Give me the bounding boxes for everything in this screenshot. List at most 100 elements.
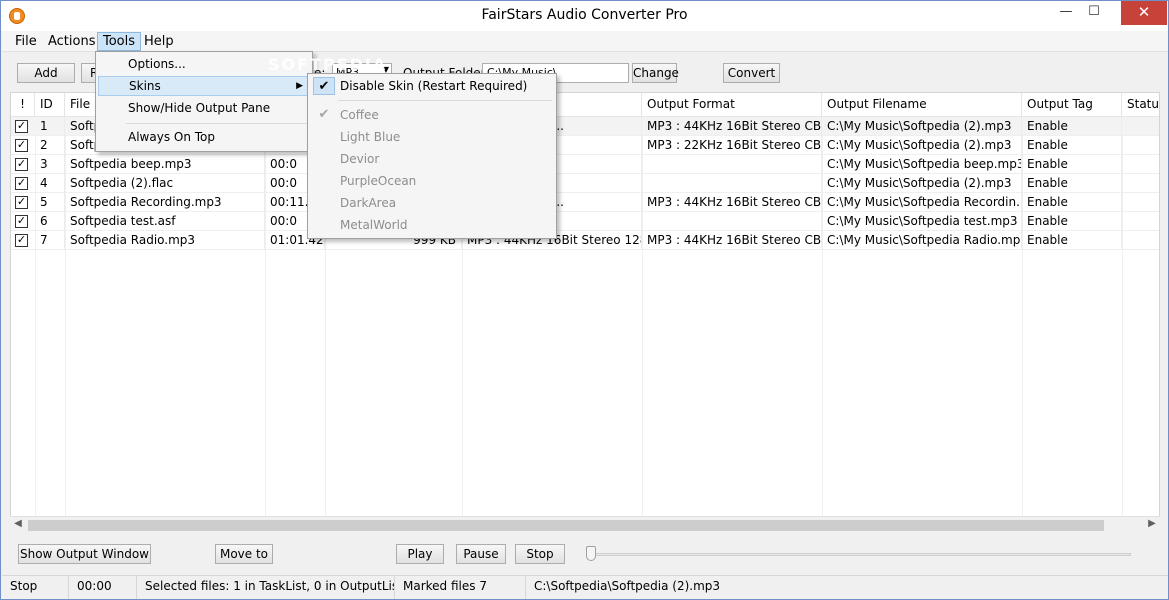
scroll-right-icon[interactable]: ▶: [1145, 518, 1159, 529]
skin-disable-label: Disable Skin (Restart Required): [340, 79, 528, 93]
row-checkbox[interactable]: ✓: [15, 215, 28, 228]
menu-item-show-hide-output-label: Show/Hide Output Pane: [128, 101, 271, 115]
scroll-left-icon[interactable]: ◀: [11, 518, 25, 529]
skins-submenu: ✔ Disable Skin (Restart Required) ✔ Coff…: [307, 73, 557, 239]
scrollbar-thumb[interactable]: [28, 520, 1104, 531]
playback-slider-handle[interactable]: [586, 546, 596, 561]
cell-id: 3: [35, 155, 65, 174]
cell-output-format: MP3 : 44KHz 16Bit Stereo CBR ...: [642, 117, 822, 136]
menu-item-skins-label: Skins: [129, 79, 161, 93]
menu-actions[interactable]: Actions: [43, 32, 101, 51]
menu-item-show-hide-output[interactable]: Show/Hide Output Pane: [98, 98, 310, 118]
playback-slider[interactable]: [589, 553, 1131, 556]
title-bar: FairStars Audio Converter Pro — ☐ ✕: [1, 1, 1168, 31]
skin-coffee: ✔ Coffee: [310, 105, 554, 125]
cell-id: 5: [35, 193, 65, 212]
cell-output-filename: C:\My Music\Softpedia (2).mp3: [822, 136, 1022, 155]
cell-id: 4: [35, 174, 65, 193]
cell-id: 7: [35, 231, 65, 250]
cell-name: Softpedia Radio.mp3: [65, 231, 265, 250]
row-checkbox[interactable]: ✓: [15, 158, 28, 171]
table-row[interactable]: ✓ 6 Softpedia test.asf 00:0 C:\My Music\Soft…: [11, 212, 1159, 231]
menu-bar: File Actions Tools Help: [2, 31, 1168, 52]
col-header-status[interactable]: Status: [1122, 93, 1159, 117]
check-icon: ✔: [318, 107, 330, 122]
cell-id: 2: [35, 136, 65, 155]
status-state: Stop: [2, 576, 69, 599]
col-header-output-tag[interactable]: Output Tag: [1022, 93, 1122, 117]
col-header-flag[interactable]: !: [11, 93, 35, 117]
table-row[interactable]: ✓ 4 Softpedia (2).flac 00:0 C:\My Music\Soft…: [11, 174, 1159, 193]
skin-purple-ocean-label: PurpleOcean: [340, 174, 417, 188]
status-selected: Selected files: 1 in TaskList, 0 in Outp…: [137, 576, 395, 599]
row-checkbox[interactable]: ✓: [15, 139, 28, 152]
col-header-id[interactable]: ID: [35, 93, 65, 117]
cell-output-format: MP3 : 44KHz 16Bit Stereo CBR ...: [642, 193, 822, 212]
cell-id: 6: [35, 212, 65, 231]
status-marked: Marked files 7: [395, 576, 526, 599]
window-title: FairStars Audio Converter Pro: [481, 7, 688, 23]
move-to-button[interactable]: Move to: [215, 544, 273, 564]
convert-button[interactable]: Convert: [723, 63, 780, 83]
skin-metal-world-label: MetalWorld: [340, 218, 408, 232]
cell-name: Softpedia Recording.mp3: [65, 193, 265, 212]
cell-output-filename: C:\My Music\Softpedia Recordin...: [822, 193, 1022, 212]
cell-output-format: [642, 155, 822, 174]
col-header-output-format[interactable]: Output Format: [642, 93, 822, 117]
row-checkbox[interactable]: ✓: [15, 177, 28, 190]
show-output-window-button[interactable]: Show Output Window: [18, 544, 151, 564]
skin-purple-ocean: PurpleOcean: [310, 171, 554, 191]
horizontal-scrollbar[interactable]: ◀ ▶: [10, 516, 1160, 533]
cell-output-filename: C:\My Music\Softpedia (2).mp3: [822, 174, 1022, 193]
cell-tag: Enable: [1022, 231, 1122, 250]
pause-button[interactable]: Pause: [456, 544, 506, 564]
close-button[interactable]: ✕: [1121, 1, 1167, 25]
minimize-button[interactable]: —: [1052, 1, 1080, 25]
cell-tag: Enable: [1022, 174, 1122, 193]
table-row[interactable]: ✓ 3 Softpedia beep.mp3 00:0 C:\My Music\Soft…: [11, 155, 1159, 174]
maximize-button[interactable]: ☐: [1080, 1, 1108, 25]
cell-output-filename: C:\My Music\Softpedia beep.mp3: [822, 155, 1022, 174]
menu-help[interactable]: Help: [139, 32, 179, 51]
skin-devior: Devior: [310, 149, 554, 169]
cell-tag: Enable: [1022, 136, 1122, 155]
cell-output-filename: C:\My Music\Softpedia Radio.mp3: [822, 231, 1022, 250]
cell-id: 1: [35, 117, 65, 136]
status-time: 00:00: [69, 576, 137, 599]
table-row[interactable]: ✓7Softpedia Radio.mp301:01.429999 KBMP3 …: [11, 231, 1159, 250]
menu-separator: [126, 123, 308, 124]
cell-name: Softpedia test.asf: [65, 212, 265, 231]
skin-dark-area: DarkArea: [310, 193, 554, 213]
play-button[interactable]: Play: [396, 544, 444, 564]
table-row[interactable]: ✓5Softpedia Recording.mp300:11.74it Ster…: [11, 193, 1159, 212]
menu-item-skins[interactable]: Skins ▶: [98, 76, 310, 96]
row-checkbox[interactable]: ✓: [15, 120, 28, 133]
cell-output-format: MP3 : 44KHz 16Bit Stereo CBR ...: [642, 231, 822, 250]
row-checkbox[interactable]: ✓: [15, 234, 28, 247]
skin-light-blue-label: Light Blue: [340, 130, 401, 144]
cell-tag: Enable: [1022, 155, 1122, 174]
watermark-logo: SOFTPEDIA: [268, 55, 388, 74]
cell-output-format: [642, 212, 822, 231]
change-folder-button[interactable]: Change: [632, 63, 679, 83]
col-header-output-filename[interactable]: Output Filename: [822, 93, 1022, 117]
skin-disable[interactable]: ✔ Disable Skin (Restart Required): [310, 76, 554, 96]
check-icon: ✔: [313, 77, 335, 95]
cell-output-format: MP3 : 22KHz 16Bit Stereo CBR ...: [642, 136, 822, 155]
cell-tag: Enable: [1022, 193, 1122, 212]
menu-separator: [338, 100, 552, 101]
cell-name: Softpedia (2).flac: [65, 174, 265, 193]
skin-light-blue: Light Blue: [310, 127, 554, 147]
skin-coffee-label: Coffee: [340, 108, 379, 122]
stop-button[interactable]: Stop: [515, 544, 565, 564]
add-button[interactable]: Add: [17, 63, 75, 83]
menu-item-always-on-top-label: Always On Top: [128, 130, 215, 144]
menu-file[interactable]: File: [10, 32, 42, 51]
task-list-table[interactable]: ! ID File N Output Format Output Filenam…: [10, 92, 1160, 517]
cell-tag: Enable: [1022, 212, 1122, 231]
menu-tools[interactable]: Tools: [97, 32, 142, 51]
menu-item-always-on-top[interactable]: Always On Top: [98, 127, 310, 147]
submenu-arrow-icon: ▶: [296, 81, 303, 91]
cell-tag: Enable: [1022, 117, 1122, 136]
row-checkbox[interactable]: ✓: [15, 196, 28, 209]
